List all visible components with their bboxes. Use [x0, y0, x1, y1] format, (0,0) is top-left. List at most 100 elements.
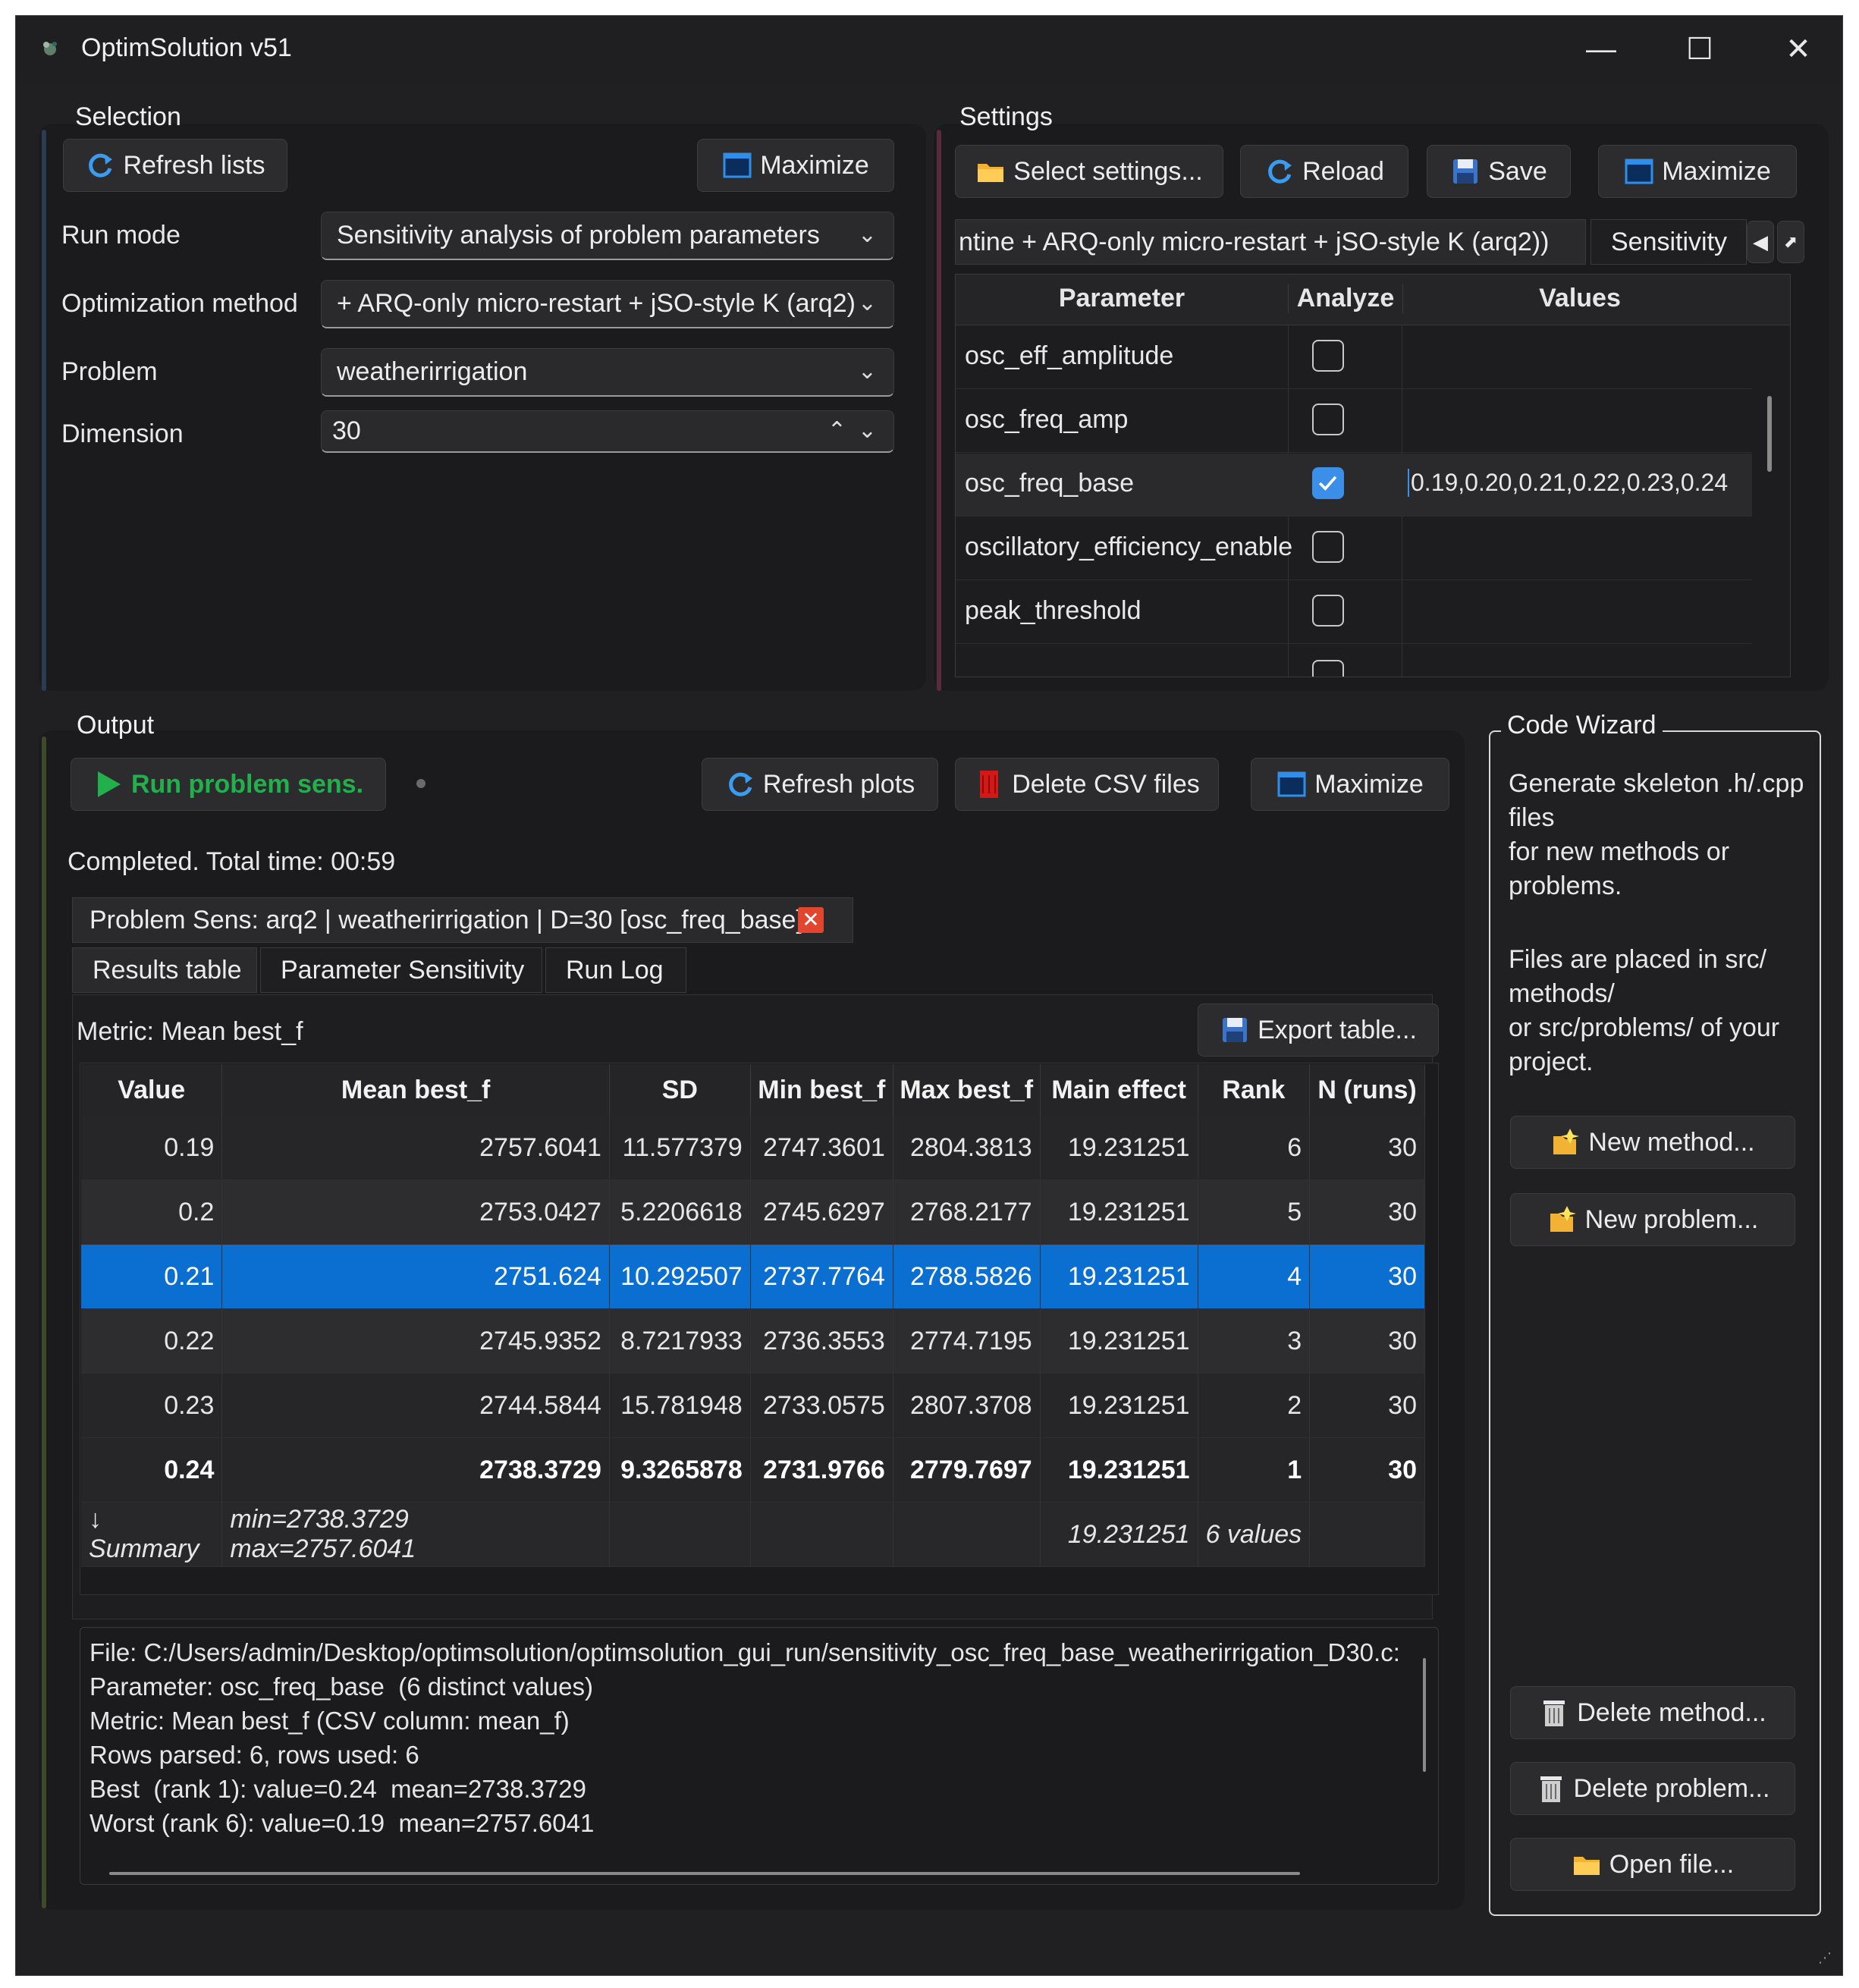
run-problem-sens-button[interactable]: Run problem sens.	[71, 758, 386, 811]
tab-method-settings[interactable]: ntine + ARQ-only micro-restart + jSO-sty…	[955, 219, 1586, 265]
cell-min: 2733.0575	[750, 1373, 893, 1438]
table-row-best[interactable]: 0.24 2738.3729 9.3265878 2731.9766 2779.…	[81, 1437, 1425, 1503]
analyze-checkbox-checked[interactable]	[1312, 467, 1344, 499]
param-name: oscillatory_efficiency_enable	[965, 532, 1293, 561]
run-mode-select[interactable]: Sensitivity analysis of problem paramete…	[321, 212, 894, 260]
table-row[interactable]: 0.23 2744.5844 15.781948 2733.0575 2807.…	[81, 1373, 1425, 1438]
param-row[interactable]: osc_freq_amp	[956, 390, 1752, 453]
cell-sd: 9.3265878	[609, 1437, 751, 1503]
col-n-runs-header[interactable]: N (runs)	[1309, 1064, 1425, 1116]
new-file-icon	[1550, 1127, 1581, 1157]
cell-n-runs: 30	[1309, 1308, 1425, 1374]
cell-min: 2731.9766	[750, 1437, 893, 1503]
selection-maximize-button[interactable]: Maximize	[697, 139, 894, 192]
chevron-down-icon[interactable]: ⌄	[858, 411, 877, 451]
param-name: osc_freq_amp	[965, 405, 1129, 434]
col-max-header[interactable]: Max best_f	[893, 1064, 1041, 1116]
settings-maximize-button[interactable]: Maximize	[1598, 145, 1797, 198]
tab-run-log[interactable]: Run Log	[545, 947, 686, 993]
document-tab-label: Problem Sens: arq2 | weatherirrigation |…	[89, 906, 803, 934]
close-window-button[interactable]: ✕	[1776, 27, 1821, 72]
minimize-window-button[interactable]: —	[1578, 27, 1624, 72]
tab-sensitivity[interactable]: Sensitivity	[1591, 219, 1747, 265]
select-settings-button[interactable]: Select settings...	[955, 145, 1223, 198]
maximize-window-button[interactable]: ☐	[1677, 27, 1722, 72]
new-method-button[interactable]: New method...	[1510, 1116, 1795, 1169]
problem-select[interactable]: weatherirrigation ⌄	[321, 348, 894, 397]
app-logo-icon	[39, 37, 61, 60]
open-file-button[interactable]: Open file...	[1510, 1838, 1795, 1891]
cell-min: 2736.3553	[750, 1308, 893, 1374]
delete-problem-button[interactable]: Delete problem...	[1510, 1762, 1795, 1815]
app-window: OptimSolution v51 — ☐ ✕ Selection Refres…	[15, 15, 1843, 1976]
close-tab-icon[interactable]: ✕	[798, 907, 824, 933]
table-row[interactable]: 0.19 2757.6041 11.577379 2747.3601 2804.…	[81, 1116, 1425, 1180]
param-values-input[interactable]: 0.19,0.20,0.21,0.22,0.23,0.24	[1408, 469, 1728, 497]
export-table-button[interactable]: Export table...	[1198, 1003, 1439, 1057]
log-horizontal-scrollbar[interactable]	[109, 1872, 1300, 1875]
settings-parameter-grid[interactable]: Parameter Analyze Values osc_eff_amplitu…	[955, 274, 1791, 677]
analysis-log-box[interactable]: File: C:/Users/admin/Desktop/optimsoluti…	[80, 1627, 1439, 1885]
refresh-icon	[85, 150, 115, 181]
cell-n-runs: 30	[1309, 1244, 1425, 1309]
analyze-checkbox[interactable]	[1312, 595, 1344, 627]
dimension-spinbox[interactable]: 30 ⌃ ⌄	[321, 410, 894, 453]
selection-maximize-label: Maximize	[760, 150, 869, 180]
summary-range: min=2738.3729 max=2757.6041	[221, 1502, 610, 1567]
play-icon	[93, 769, 124, 799]
analyze-checkbox[interactable]	[1312, 340, 1344, 372]
table-row-selected[interactable]: 0.21 2751.624 10.292507 2737.7764 2788.5…	[81, 1244, 1425, 1309]
new-problem-button[interactable]: New problem...	[1510, 1193, 1795, 1246]
table-row[interactable]: 0.22 2745.9352 8.7217933 2736.3553 2774.…	[81, 1308, 1425, 1374]
delete-csv-icon	[974, 769, 1004, 799]
tab-problem-sens-document[interactable]: Problem Sens: arq2 | weatherirrigation |…	[72, 897, 853, 943]
param-row-selected[interactable]: osc_freq_base 0.19,0.20,0.21,0.22,0.23,0…	[956, 454, 1752, 517]
cell-value: 0.24	[81, 1437, 223, 1503]
trash-icon	[1536, 1773, 1566, 1804]
log-vertical-scrollbar[interactable]	[1423, 1658, 1426, 1772]
checkmark-icon	[1318, 476, 1337, 491]
log-line: Parameter: osc_freq_base (6 distinct val…	[89, 1672, 593, 1701]
chevron-up-icon[interactable]: ⌃	[827, 411, 846, 451]
cell-max: 2788.5826	[893, 1244, 1041, 1309]
grid-scrollbar[interactable]	[1767, 396, 1772, 472]
col-mean-header[interactable]: Mean best_f	[221, 1064, 610, 1116]
table-summary-row: ↓ Summary min=2738.3729 max=2757.6041 19…	[81, 1502, 1425, 1567]
analyze-checkbox[interactable]	[1312, 531, 1344, 563]
new-method-label: New method...	[1588, 1127, 1755, 1157]
cell-rank: 1	[1198, 1437, 1311, 1503]
cell-value: 0.2	[81, 1179, 223, 1245]
settings-accent-bar	[937, 130, 941, 691]
param-row[interactable]: peak_threshold	[956, 581, 1752, 644]
col-main-effect-header[interactable]: Main effect	[1040, 1064, 1198, 1116]
reload-button[interactable]: Reload	[1240, 145, 1408, 198]
param-row[interactable]: osc_eff_amplitude	[956, 326, 1752, 389]
refresh-lists-button[interactable]: Refresh lists	[63, 139, 287, 192]
title-bar: OptimSolution v51 — ☐ ✕	[16, 16, 1842, 83]
table-row[interactable]: 0.2 2753.0427 5.2206618 2745.6297 2768.2…	[81, 1179, 1425, 1245]
cell-mean: 2753.0427	[221, 1179, 610, 1245]
cell-value: 0.19	[81, 1116, 223, 1180]
save-button[interactable]: Save	[1427, 145, 1571, 198]
optimization-method-select[interactable]: + ARQ-only micro-restart + jSO-style K (…	[321, 280, 894, 328]
col-min-header[interactable]: Min best_f	[750, 1064, 893, 1116]
refresh-plots-label: Refresh plots	[762, 769, 915, 799]
output-maximize-button[interactable]: Maximize	[1251, 758, 1449, 811]
refresh-plots-button[interactable]: Refresh plots	[702, 758, 938, 811]
col-sd-header[interactable]: SD	[609, 1064, 751, 1116]
analyze-checkbox[interactable]	[1312, 404, 1344, 435]
col-value-header[interactable]: Value	[81, 1064, 223, 1116]
analyze-checkbox[interactable]	[1312, 660, 1344, 677]
delete-method-button[interactable]: Delete method...	[1510, 1686, 1795, 1739]
tab-scroll-right-button[interactable]: ⬈	[1777, 221, 1804, 263]
tab-scroll-left-button[interactable]: ◀	[1747, 221, 1774, 263]
tab-results-table[interactable]: Results table	[72, 947, 257, 993]
resize-grip-icon[interactable]: ⋰	[1818, 1950, 1833, 1965]
param-row[interactable]: oscillatory_efficiency_enable	[956, 517, 1752, 580]
cell-sd: 10.292507	[609, 1244, 751, 1309]
delete-csv-files-button[interactable]: Delete CSV files	[955, 758, 1219, 811]
col-rank-header[interactable]: Rank	[1198, 1064, 1311, 1116]
wizard-desc-line: Files are placed in src/	[1509, 945, 1767, 974]
tab-parameter-sensitivity[interactable]: Parameter Sensitivity	[260, 947, 542, 993]
results-table[interactable]: Value Mean best_f SD Min best_f Max best…	[81, 1064, 1425, 1567]
